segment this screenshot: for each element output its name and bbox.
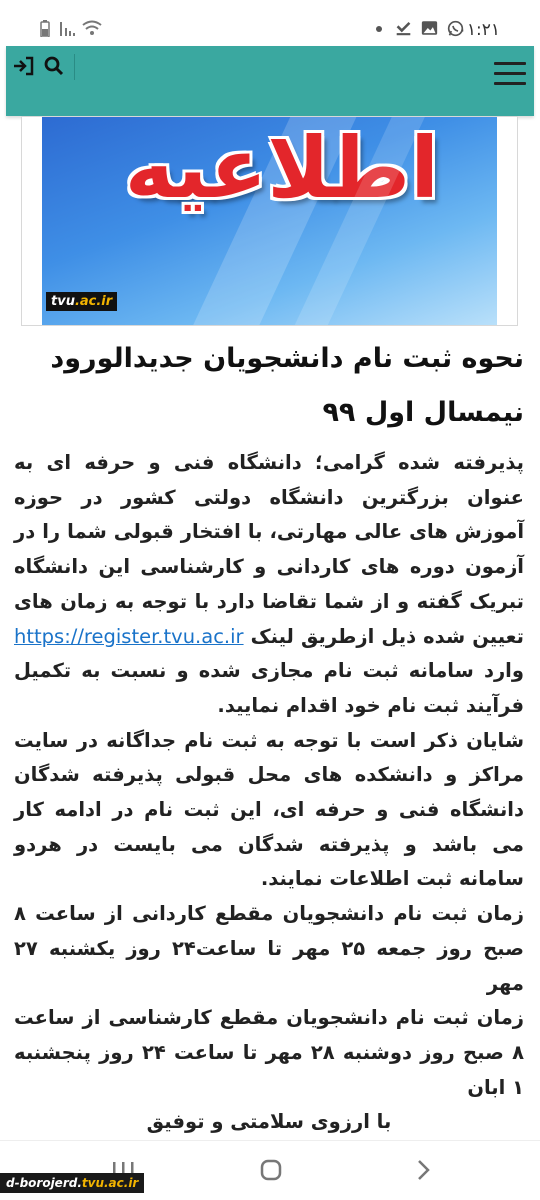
- register-link[interactable]: https://register.tvu.ac.ir: [14, 625, 244, 648]
- image-icon: [421, 21, 438, 35]
- banner-frame: اطلاعیه tvu.ac.ir: [21, 116, 518, 326]
- home-icon[interactable]: [256, 1155, 286, 1185]
- paragraph-intro-part1: پذیرفته شده گرامی؛ دانشگاه فنی و حرفه ای…: [14, 451, 524, 648]
- paragraph-note: شایان ذکر است با توجه به ثبت نام جداگانه…: [14, 728, 524, 891]
- paragraph-closing: با ارزوی سلامتی و توفیق: [146, 1110, 392, 1134]
- watermark-prefix: d-borojerd.: [6, 1176, 82, 1190]
- paragraph-associate-schedule: زمان ثبت نام دانشجویان مقطع کاردانی از س…: [14, 902, 524, 995]
- battery-icon: [40, 20, 50, 37]
- banner-brand-suffix: .ac.ir: [74, 294, 113, 309]
- wifi-icon: [82, 20, 102, 35]
- announcement-banner-image: اطلاعیه tvu.ac.ir: [42, 117, 497, 325]
- article-title: نحوه ثبت نام دانشجویان جدیدالورود نیمسال…: [50, 343, 524, 428]
- signal-icon: [60, 22, 75, 36]
- whatsapp-icon: [447, 20, 464, 37]
- banner-brand-logo: tvu.ac.ir: [46, 292, 118, 311]
- site-watermark: d-borojerd.tvu.ac.ir: [0, 1173, 145, 1193]
- hamburger-menu-icon[interactable]: [494, 62, 526, 86]
- paragraph-intro: پذیرفته شده گرامی؛ دانشگاه فنی و حرفه ای…: [14, 446, 524, 724]
- watermark-suffix: tvu.ac.ir: [81, 1176, 139, 1190]
- dot-icon: [376, 26, 382, 32]
- back-chevron-icon[interactable]: [408, 1155, 438, 1185]
- download-done-icon: [396, 21, 411, 36]
- app-header: [6, 46, 534, 116]
- status-time: ۰۱:۲۱: [457, 20, 500, 40]
- paragraph-intro-part2: وارد سامانه ثبت نام مجازی شده و نسبت به …: [14, 659, 524, 717]
- header-divider: [74, 54, 75, 80]
- banner-brand-prefix: tvu: [51, 294, 75, 309]
- login-icon[interactable]: [12, 56, 34, 76]
- status-bar: ۰۱:۲۱: [0, 0, 540, 46]
- article-body: نحوه ثبت نام دانشجویان جدیدالورود نیمسال…: [14, 330, 524, 1140]
- search-icon[interactable]: [44, 56, 64, 76]
- banner-title: اطلاعیه: [124, 119, 439, 217]
- paragraph-bachelor-schedule: زمان ثبت نام دانشجویان مقطع کارشناسی از …: [14, 1006, 525, 1099]
